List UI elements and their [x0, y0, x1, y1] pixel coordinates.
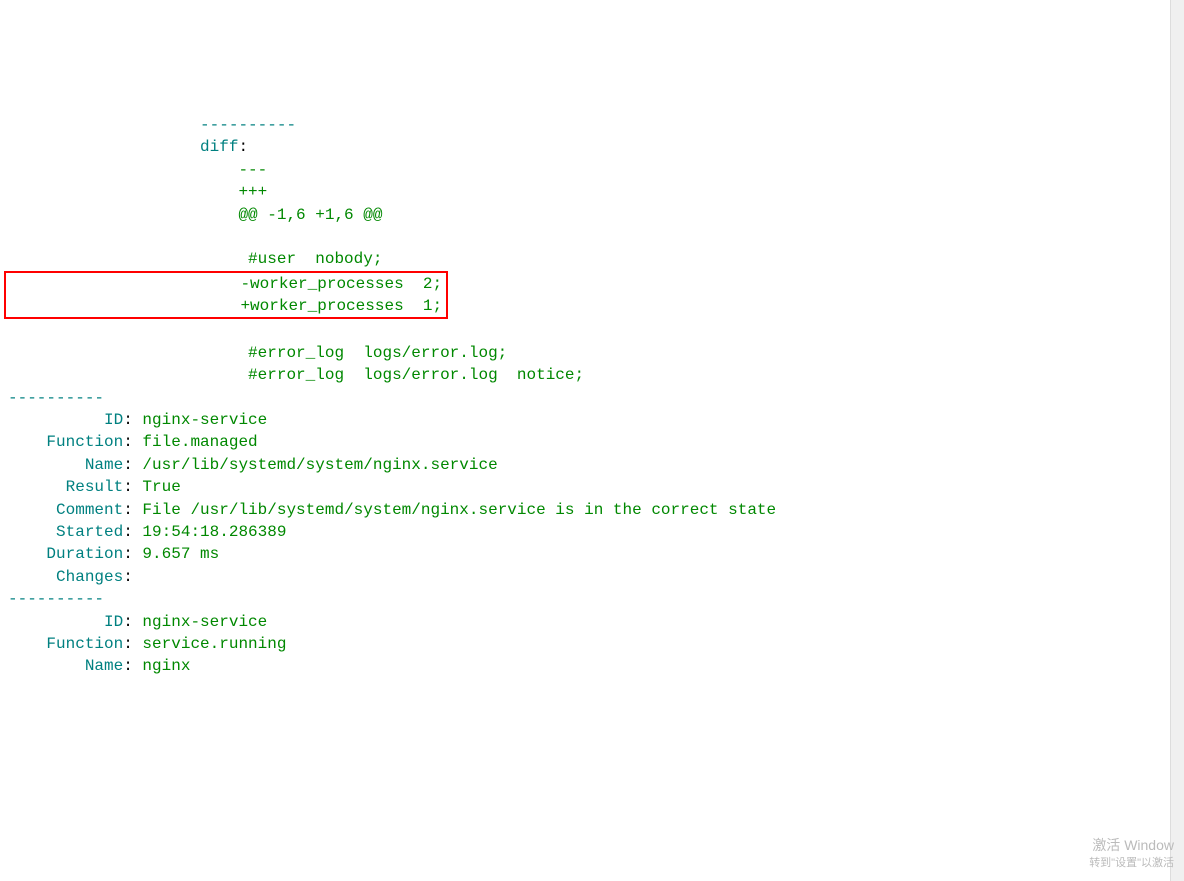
colon: :: [123, 433, 133, 451]
function-value: service.running: [133, 635, 287, 653]
diff-plus-header: +++: [8, 183, 267, 201]
started-value: 19:54:18.286389: [133, 523, 287, 541]
scrollbar[interactable]: [1170, 0, 1184, 881]
errorlog-line-2: #error_log logs/error.log notice;: [8, 366, 584, 384]
function-key: Function: [8, 433, 123, 451]
comment-key: Comment: [8, 501, 123, 519]
colon: :: [123, 613, 133, 631]
changes-key: Changes: [8, 568, 123, 586]
watermark-line-1: 激活 Window: [1089, 836, 1174, 856]
separator: ----------: [8, 590, 104, 608]
id-key: ID: [8, 411, 123, 429]
diff-dashes: ----------: [8, 116, 296, 134]
colon: :: [123, 568, 133, 586]
colon: :: [123, 545, 133, 563]
colon: :: [123, 523, 133, 541]
worker-processes-removed: -worker_processes 2;: [10, 275, 442, 293]
windows-activation-watermark: 激活 Window 转到"设置"以激活: [1089, 836, 1174, 871]
colon: :: [123, 501, 133, 519]
diff-key: diff: [8, 138, 238, 156]
diff-minus-header: ---: [8, 161, 267, 179]
id-value: nginx-service: [133, 613, 267, 631]
id-value: nginx-service: [133, 411, 267, 429]
colon: :: [123, 635, 133, 653]
id-key: ID: [8, 613, 123, 631]
watermark-line-2: 转到"设置"以激活: [1089, 856, 1174, 871]
comment-value: File /usr/lib/systemd/system/nginx.servi…: [133, 501, 776, 519]
colon: :: [123, 478, 133, 496]
separator: ----------: [8, 389, 104, 407]
name-key: Name: [8, 657, 123, 675]
colon: :: [123, 456, 133, 474]
user-nobody-line: #user nobody;: [8, 250, 382, 268]
diff-hunk: @@ -1,6 +1,6 @@: [8, 206, 382, 224]
blank-line: [8, 228, 18, 246]
terminal-output: ---------- diff: --- +++ @@ -1,6 +1,6 @@…: [8, 92, 1176, 678]
function-key: Function: [8, 635, 123, 653]
highlighted-diff-box: -worker_processes 2; +worker_processes 1…: [4, 271, 448, 320]
duration-key: Duration: [8, 545, 123, 563]
colon: :: [238, 138, 248, 156]
result-key: Result: [8, 478, 123, 496]
colon: :: [123, 657, 133, 675]
duration-value: 9.657 ms: [133, 545, 219, 563]
name-value: nginx: [133, 657, 191, 675]
colon: :: [123, 411, 133, 429]
function-value: file.managed: [133, 433, 258, 451]
started-key: Started: [8, 523, 123, 541]
blank-line: [8, 321, 18, 339]
result-value: True: [133, 478, 181, 496]
worker-processes-added: +worker_processes 1;: [10, 297, 442, 315]
name-value: /usr/lib/systemd/system/nginx.service: [133, 456, 498, 474]
name-key: Name: [8, 456, 123, 474]
errorlog-line-1: #error_log logs/error.log;: [8, 344, 507, 362]
